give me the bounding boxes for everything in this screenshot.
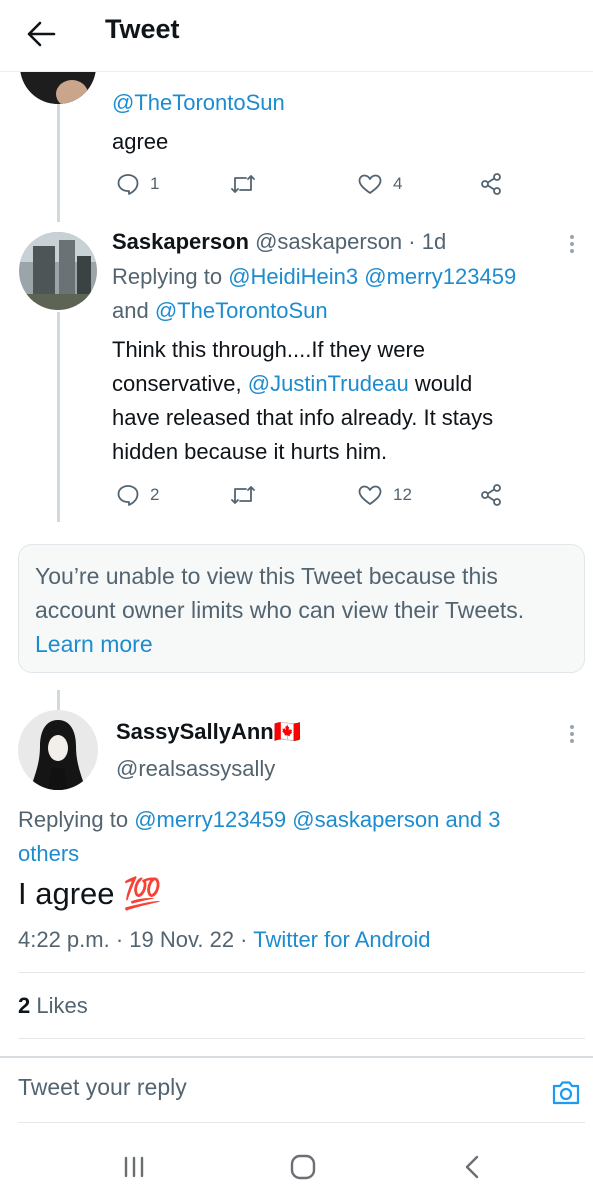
recent-apps-icon[interactable] (122, 1156, 146, 1178)
divider (18, 1122, 585, 1123)
likes-summary[interactable]: 2 Likes (18, 989, 88, 1023)
avatar[interactable] (18, 710, 98, 790)
mention-link[interactable]: @TheTorontoSun (155, 298, 328, 323)
tweet-source-link[interactable]: Twitter for Android (253, 927, 430, 952)
share-action[interactable] (479, 483, 503, 507)
tweet-text: I agree 💯 (18, 876, 162, 911)
home-icon[interactable] (290, 1154, 316, 1180)
retweet-action[interactable] (230, 172, 256, 196)
reply-input[interactable]: Tweet your reply (18, 1074, 187, 1101)
handle[interactable]: @realsassysally (116, 752, 275, 786)
tweet-text-line: have released that info already. It stay… (112, 405, 494, 430)
tweet-time: 4:22 p.m. (18, 927, 110, 952)
display-name[interactable]: SassySallyAnn🇨🇦 (116, 715, 301, 749)
reply-count: 2 (150, 485, 160, 504)
back-arrow-icon[interactable] (26, 20, 56, 48)
like-action[interactable]: 4 (357, 172, 402, 196)
restricted-message: You’re unable to view this Tweet because… (35, 563, 525, 623)
thread-line (57, 312, 60, 522)
page-title: Tweet (105, 14, 180, 44)
timestamp: · 1d (408, 229, 447, 254)
retweet-action[interactable] (230, 483, 256, 507)
reply-action[interactable]: 1 (116, 172, 159, 196)
divider (18, 972, 585, 973)
more-vertical-icon[interactable] (570, 235, 576, 256)
tweet-text-line: Think this through....If they were (112, 337, 426, 362)
learn-more-link[interactable]: Learn more (35, 631, 153, 657)
replying-to: Replying to @merry123459 @saskaperson an… (18, 807, 501, 832)
like-action[interactable]: 12 (357, 483, 412, 507)
mention-link[interactable]: @merry123459 @saskaperson and 3 (134, 807, 500, 832)
likes-count: 2 (18, 993, 31, 1018)
comment-icon (117, 174, 139, 195)
mention-link[interactable]: @HeidiHein3 @merry123459 (228, 264, 516, 289)
avatar[interactable] (19, 232, 97, 310)
retweet-icon (231, 175, 255, 193)
tweet-text-line: hidden because it hurts him. (112, 439, 388, 464)
mention-link[interactable]: @TheTorontoSun (112, 86, 285, 120)
display-name[interactable]: Saskaperson (112, 229, 249, 254)
like-count: 4 (393, 174, 403, 193)
author-line[interactable]: Saskaperson @saskaperson · 1d (112, 225, 446, 259)
tweet-text: agree (112, 129, 169, 154)
comment-icon (117, 485, 139, 506)
replying-to-line2: and @TheTorontoSun (112, 298, 328, 323)
handle[interactable]: @saskaperson (255, 229, 402, 254)
reply-action[interactable]: 2 (116, 483, 159, 507)
restricted-tweet-notice: You’re unable to view this Tweet because… (18, 544, 585, 673)
tweet-text-line: conservative, @JustinTrudeau would (112, 371, 473, 396)
thread-line (57, 690, 60, 710)
back-nav-icon[interactable] (463, 1154, 481, 1180)
like-count: 12 (393, 485, 412, 504)
others-link[interactable]: others (18, 837, 79, 871)
tweet-date: · 19 Nov. 22 · (115, 927, 248, 952)
replying-to: Replying to @HeidiHein3 @merry123459 (112, 264, 517, 289)
top-app-bar: Tweet (0, 0, 593, 72)
heart-icon (358, 174, 382, 194)
reply-count: 1 (150, 174, 160, 193)
retweet-icon (231, 486, 255, 504)
divider (0, 1056, 593, 1058)
tweet-meta: 4:22 p.m. · 19 Nov. 22 · Twitter for And… (18, 923, 431, 957)
divider (18, 1038, 585, 1039)
share-icon (481, 173, 501, 195)
share-icon (481, 484, 501, 506)
likes-label: Likes (36, 993, 88, 1018)
mention-link[interactable]: @JustinTrudeau (248, 371, 409, 396)
heart-icon (358, 485, 382, 505)
camera-icon[interactable] (550, 1076, 582, 1108)
more-vertical-icon[interactable] (570, 725, 576, 746)
share-action[interactable] (479, 172, 503, 196)
system-nav-bar (0, 1130, 593, 1200)
